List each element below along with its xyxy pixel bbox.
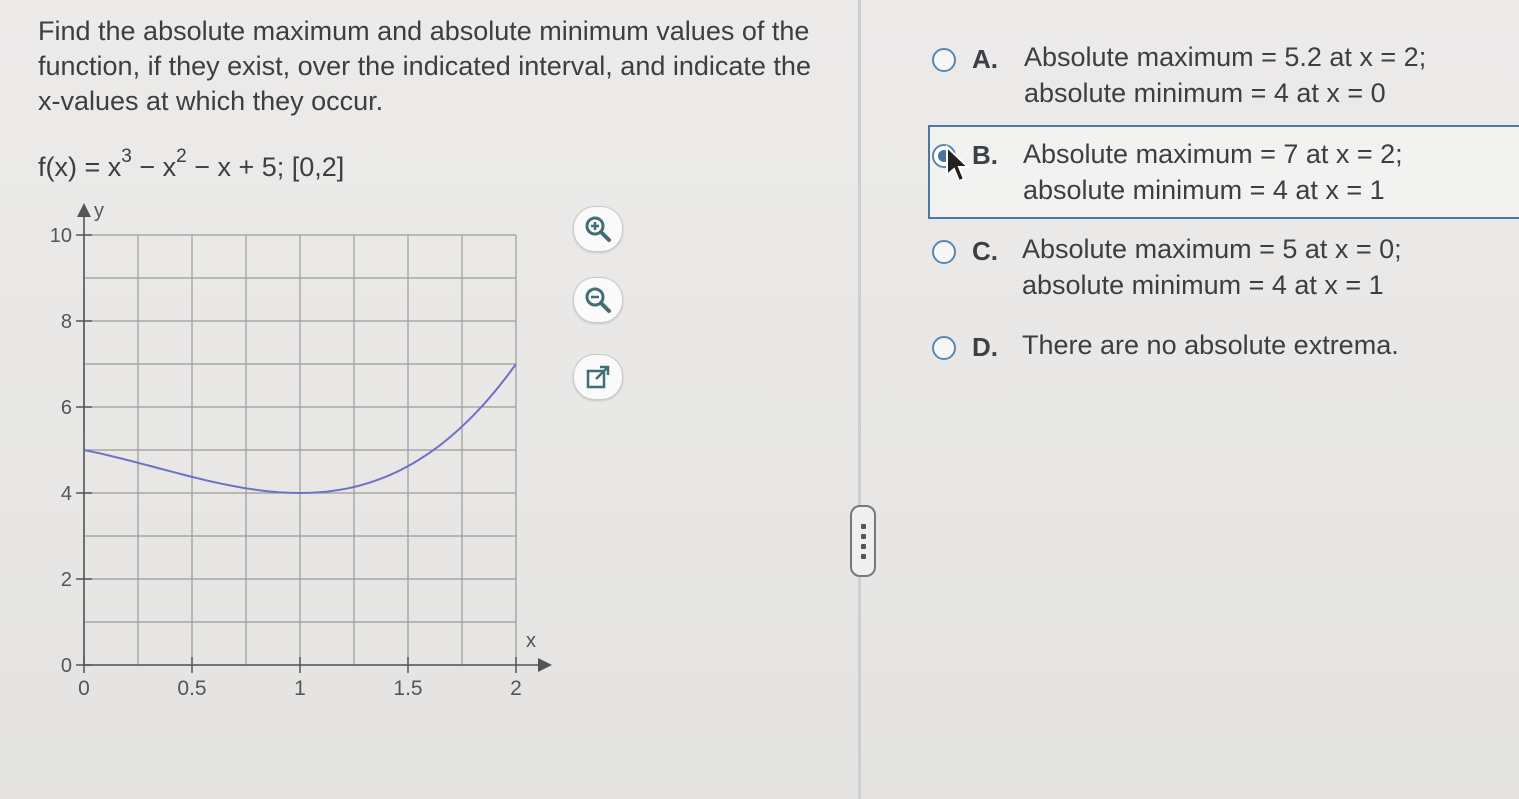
zoom-in-icon [585, 216, 611, 242]
x-tick-label: 0 [78, 677, 90, 700]
external-link-icon [586, 365, 610, 389]
x-tick-label: 2 [510, 677, 522, 700]
zoom-in-button[interactable] [573, 206, 623, 252]
y-tick-label: 4 [61, 483, 72, 505]
option-a-letter: A. [972, 44, 998, 74]
option-b-line1: Absolute maximum = 7 at x = 2; [1023, 139, 1403, 169]
y-axis-arrow [77, 203, 91, 217]
y-axis-label: y [94, 200, 104, 222]
formula-exponent-2: 2 [176, 146, 187, 167]
graph-grid [83, 234, 517, 666]
zoom-out-icon [585, 287, 611, 313]
option-c-line1: Absolute maximum = 5 at x = 0; [1022, 234, 1402, 264]
option-b-letter: B. [972, 140, 998, 170]
function-formula: f(x) = x3 − x2 − x + 5; [0,2] [38, 146, 345, 183]
option-a[interactable]: A. Absolute maximum = 5.2 at x = 2; abso… [928, 40, 1519, 120]
pane-divider [858, 0, 861, 799]
popout-button[interactable] [573, 354, 623, 400]
formula-exponent-3: 3 [121, 146, 132, 167]
option-b[interactable]: B. Absolute maximum = 7 at x = 2; absolu… [928, 125, 1519, 219]
option-a-line1: Absolute maximum = 5.2 at x = 2; [1024, 42, 1427, 72]
formula-suffix: − x + 5; [0,2] [186, 152, 345, 182]
x-axis-arrow [538, 658, 552, 672]
option-c-line2: absolute minimum = 4 at x = 1 [1022, 270, 1384, 300]
pane-resize-handle[interactable] [850, 505, 876, 577]
x-axis-label: x [526, 630, 536, 652]
graph-ticks: 10 8 6 4 2 00 0.5 1 1.5 2 [50, 225, 522, 700]
question-prompt: Find the absolute maximum and absolute m… [38, 16, 811, 116]
option-d-radio[interactable] [932, 336, 956, 360]
graph-axes: y x [77, 200, 552, 672]
option-c-letter: C. [972, 236, 998, 266]
y-tick-label: 0 [61, 655, 72, 677]
option-d-letter: D. [972, 332, 998, 362]
x-tick-label: 0.5 [177, 677, 206, 700]
formula-prefix: f(x) = x [38, 152, 122, 182]
y-tick-label: 8 [61, 311, 72, 333]
x-tick-label: 1.5 [393, 677, 422, 700]
option-b-line2: absolute minimum = 4 at x = 1 [1023, 175, 1385, 205]
formula-middle: − x [131, 152, 177, 182]
zoom-out-button[interactable] [573, 277, 623, 323]
option-c-radio[interactable] [932, 240, 956, 264]
function-graph: y x 10 8 6 4 2 00 0.5 1 1.5 2 [50, 200, 552, 700]
x-tick-label: 1 [294, 677, 306, 700]
option-a-radio[interactable] [932, 48, 956, 72]
option-d-line1: There are no absolute extrema. [1022, 330, 1399, 360]
option-a-line2: absolute minimum = 4 at x = 0 [1024, 78, 1386, 108]
y-tick-label: 2 [61, 569, 72, 591]
option-d[interactable]: D. There are no absolute extrema. [928, 328, 1519, 372]
mouse-cursor-icon [946, 145, 971, 183]
option-c[interactable]: C. Absolute maximum = 5 at x = 0; absolu… [928, 232, 1519, 312]
y-tick-label: 10 [50, 225, 72, 247]
y-tick-label: 6 [61, 397, 72, 419]
